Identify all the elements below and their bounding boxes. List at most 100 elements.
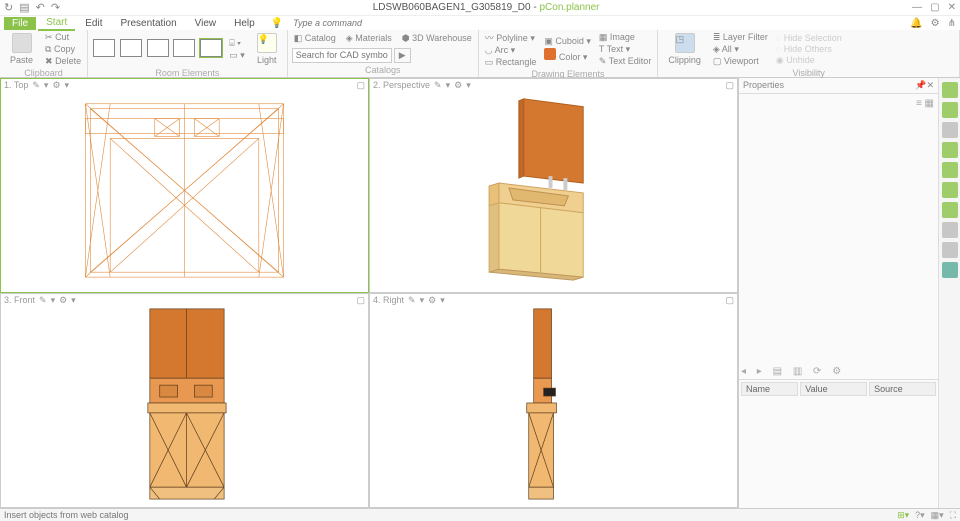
save-icon[interactable]: ▤ [19, 1, 29, 14]
door-button[interactable]: ⌸ ▾ [227, 38, 247, 49]
lightbulb-icon: 💡 [271, 18, 283, 29]
cuboid-button[interactable]: ▣ Cuboid ▾ [542, 36, 593, 47]
tab-file[interactable]: File [4, 17, 36, 30]
share-icon[interactable]: ⋔ [948, 18, 956, 29]
title-bar: ↻ ▤ ↶ ↷ LDSWB060BAGEN1_G305819_D0 - pCon… [0, 0, 960, 16]
gear-icon[interactable]: ⚙ [59, 295, 67, 306]
all-button[interactable]: ◈ All ▾ [711, 44, 770, 55]
color-button[interactable]: Color ▾ [542, 48, 593, 63]
tool-materials-icon[interactable] [942, 142, 958, 158]
document-title: LDSWB060BAGEN1_G305819_D0 - pCon.planner [60, 2, 912, 13]
properties-title: Properties [743, 80, 784, 91]
text-button[interactable]: T Text ▾ [597, 44, 653, 55]
tool-layers2-icon[interactable] [942, 182, 958, 198]
unhide-button: ◉ Unhide [774, 55, 844, 66]
pencil-icon[interactable]: ✎ [39, 295, 47, 306]
materials-button[interactable]: ◈ Materials [344, 33, 394, 44]
col-name[interactable]: Name [741, 382, 798, 396]
app-icon: ↻ [4, 1, 13, 14]
hidesel-button: ◌ Hide Selection [774, 33, 844, 43]
maximize-view-icon[interactable]: ▢ [725, 295, 734, 306]
window-button[interactable]: ▭ ▾ [227, 50, 247, 61]
view-label: 1. Top [4, 80, 28, 90]
copy-button[interactable]: ⧉ Copy [43, 44, 83, 55]
tab-view[interactable]: View [187, 17, 225, 30]
tool-sun-icon[interactable] [942, 222, 958, 238]
col-value[interactable]: Value [800, 382, 867, 396]
paste-button[interactable]: Paste [4, 31, 39, 67]
bell-icon[interactable]: 🔔 [910, 18, 922, 29]
search-go-icon[interactable]: ▶ [394, 48, 411, 63]
properties-empty [739, 398, 938, 508]
command-search[interactable] [293, 18, 413, 28]
room-u-icon[interactable] [200, 39, 222, 57]
tool-cube-icon[interactable] [942, 82, 958, 98]
col-source[interactable]: Source [869, 382, 936, 396]
tool-globe-icon[interactable] [942, 122, 958, 138]
viewport-top[interactable]: 1. Top ✎▾⚙▾▢ [0, 78, 369, 293]
panel-close-icon[interactable]: ✕ [926, 80, 934, 91]
room-rect-icon[interactable] [120, 39, 142, 57]
redo-icon[interactable]: ↷ [51, 1, 60, 14]
tab-edit[interactable]: Edit [77, 17, 110, 30]
status-grid-icon[interactable]: ⊞▾ [897, 510, 909, 521]
tab-presentation[interactable]: Presentation [112, 17, 184, 30]
group-clipboard: Paste ✂ Cut ⧉ Copy ✖ Delete Clipboard [0, 30, 88, 77]
tab-help[interactable]: Help [226, 17, 263, 30]
warehouse-button[interactable]: ⬢ 3D Warehouse [400, 33, 474, 44]
gear-icon[interactable]: ⚙ [454, 80, 462, 91]
maximize-view-icon[interactable]: ▢ [725, 80, 734, 91]
pencil-icon[interactable]: ✎ [408, 295, 416, 306]
texteditor-button[interactable]: ✎ Text Editor [597, 56, 653, 67]
status-right: ⊞▾ ?▾ ▦▾ ⛶ [897, 510, 956, 521]
maximize-icon[interactable]: ▢ [930, 2, 939, 13]
undo-icon[interactable]: ↶ [36, 1, 45, 14]
status-full-icon[interactable]: ⛶ [950, 510, 956, 521]
viewport-right[interactable]: 4. Right ✎▾⚙▾▢ [369, 293, 738, 508]
tool-render-icon[interactable] [942, 202, 958, 218]
room-shapes [92, 38, 223, 61]
minimize-icon[interactable]: — [912, 2, 922, 13]
clipping-button[interactable]: ◳Clipping [662, 31, 707, 67]
cut-button[interactable]: ✂ Cut [43, 32, 83, 43]
catalog-search[interactable] [292, 48, 392, 63]
maximize-view-icon[interactable]: ▢ [356, 295, 365, 306]
close-icon[interactable]: ✕ [948, 2, 956, 13]
window-controls: — ▢ ✕ [912, 2, 956, 13]
tool-light-icon[interactable] [942, 242, 958, 258]
status-message: Insert objects from web catalog [4, 510, 129, 520]
room-t-icon[interactable] [173, 39, 195, 57]
maximize-view-icon[interactable]: ▢ [356, 80, 365, 91]
gear-icon[interactable]: ⚙ [52, 80, 60, 91]
gear-icon[interactable]: ⚙ [428, 295, 436, 306]
pencil-icon[interactable]: ✎ [32, 80, 40, 91]
image-button[interactable]: ▦ Image [597, 32, 653, 43]
catalog-button[interactable]: ◧ Catalog [292, 33, 338, 44]
tool-layers-icon[interactable] [942, 162, 958, 178]
ribbon: Paste ✂ Cut ⧉ Copy ✖ Delete Clipboard ⌸ … [0, 30, 960, 78]
right-toolbar [938, 78, 960, 508]
props-footer-icons[interactable]: ◂ ▸ ▤ ▥ ⟳ ⚙ [739, 364, 938, 379]
tab-start[interactable]: Start [38, 16, 75, 31]
status-layout-icon[interactable]: ▦▾ [931, 510, 944, 521]
group-room: ⌸ ▾ ▭ ▾ 💡Light Room Elements [88, 30, 288, 77]
layerfilter-button[interactable]: ≣ Layer Filter [711, 32, 770, 43]
delete-button[interactable]: ✖ Delete [43, 56, 83, 67]
viewport-perspective[interactable]: 2. Perspective ✎▾⚙▾▢ [369, 78, 738, 293]
view-label: 4. Right [373, 295, 404, 305]
pencil-icon[interactable]: ✎ [434, 80, 442, 91]
props-toggle-icons[interactable]: ≡ ▦ [912, 94, 938, 113]
room-l-icon[interactable] [147, 39, 169, 57]
viewport-button[interactable]: ▢ Viewport [711, 56, 770, 67]
status-help-icon[interactable]: ?▾ [915, 510, 925, 521]
tool-cube2-icon[interactable] [942, 102, 958, 118]
gear-icon[interactable]: ⚙ [931, 18, 940, 29]
viewport-front[interactable]: 3. Front ✎▾⚙▾▢ [0, 293, 369, 508]
arc-button[interactable]: ◡ Arc ▾ [483, 45, 539, 56]
polyline-button[interactable]: 〰 Polyline ▾ [483, 31, 539, 44]
wall-icon[interactable] [93, 39, 115, 57]
rectangle-button[interactable]: ▭ Rectangle [483, 57, 539, 68]
tool-image-icon[interactable] [942, 262, 958, 278]
panel-pin-icon[interactable]: 📌 [915, 80, 926, 91]
light-button[interactable]: 💡Light [251, 31, 283, 67]
